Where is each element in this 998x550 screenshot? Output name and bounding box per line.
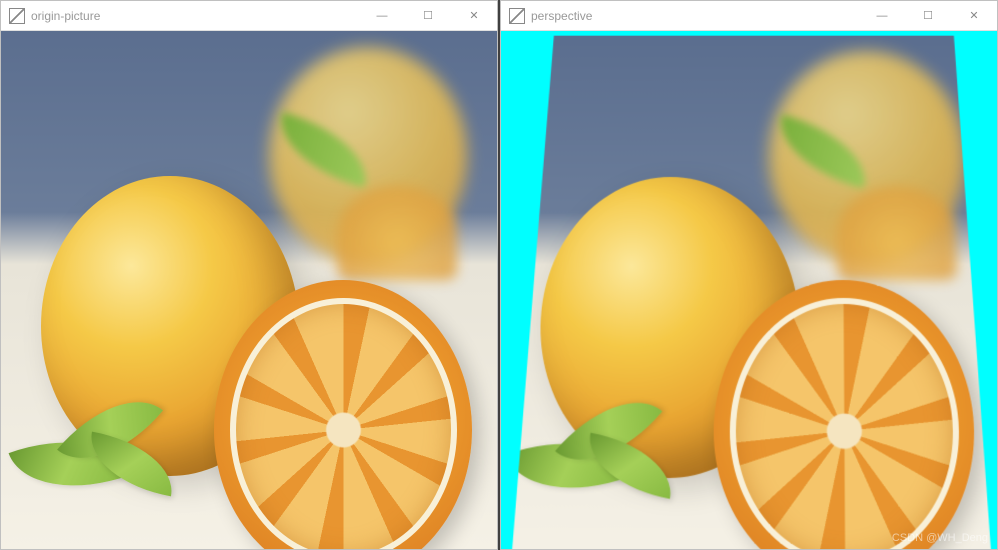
perspective-transform-wrap xyxy=(501,36,997,549)
window-perspective: perspective — ☐ ✕ xyxy=(500,0,998,550)
leaf-group xyxy=(16,383,195,507)
window-title-left: origin-picture xyxy=(31,9,359,23)
maximize-button[interactable]: ☐ xyxy=(405,1,451,30)
image-content-perspective xyxy=(501,31,997,549)
window-controls-right: — ☐ ✕ xyxy=(859,1,997,30)
orange-image-original xyxy=(1,31,497,549)
app-icon xyxy=(509,8,525,24)
window-controls-left: — ☐ ✕ xyxy=(359,1,497,30)
maximize-button[interactable]: ☐ xyxy=(905,1,951,30)
minimize-button[interactable]: — xyxy=(359,1,405,30)
orange-cut-face xyxy=(230,298,457,549)
orange-image-transformed xyxy=(501,36,997,549)
orange-wedge-blur xyxy=(338,186,457,279)
close-button[interactable]: ✕ xyxy=(451,1,497,30)
orange-cut-face xyxy=(729,298,960,549)
titlebar-left[interactable]: origin-picture — ☐ ✕ xyxy=(1,1,497,31)
image-content-origin xyxy=(1,31,497,549)
app-icon xyxy=(9,8,25,24)
window-title-right: perspective xyxy=(531,9,859,23)
orange-wedge-blur xyxy=(838,187,957,279)
leaf-group xyxy=(513,384,695,511)
close-button[interactable]: ✕ xyxy=(951,1,997,30)
window-origin-picture: origin-picture — ☐ ✕ xyxy=(0,0,498,550)
minimize-button[interactable]: — xyxy=(859,1,905,30)
titlebar-right[interactable]: perspective — ☐ ✕ xyxy=(501,1,997,31)
